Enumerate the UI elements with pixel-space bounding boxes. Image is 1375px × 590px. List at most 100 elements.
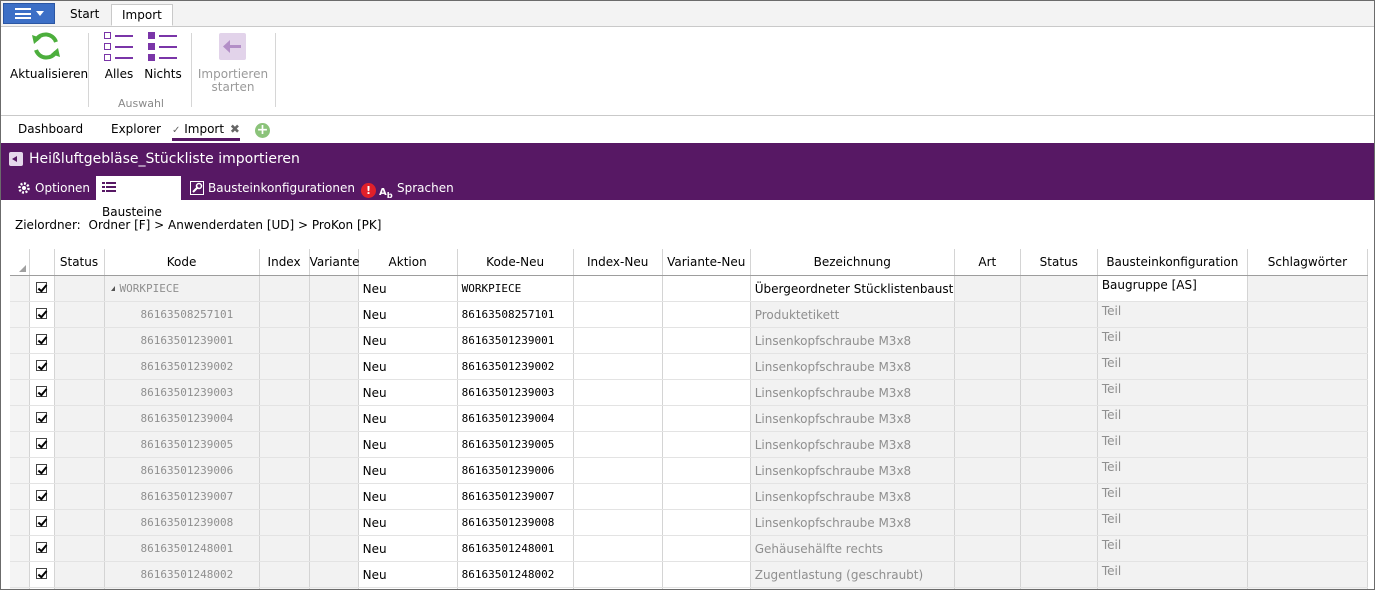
variante-neu-cell[interactable] xyxy=(662,275,751,302)
table-row[interactable]: 86163508257101 Neu 86163508257101 Produktet… xyxy=(10,301,1369,328)
row-checkbox-cell[interactable] xyxy=(29,431,55,458)
row-checkbox[interactable] xyxy=(35,463,47,475)
aktion-cell[interactable]: Neu xyxy=(358,509,458,536)
aktion-cell[interactable]: Neu xyxy=(358,483,458,510)
collapse-icon[interactable] xyxy=(110,286,115,291)
row-checkbox[interactable] xyxy=(35,515,47,527)
row-header[interactable] xyxy=(10,405,30,432)
column-header-status[interactable]: Status xyxy=(54,249,105,276)
bezeichnung-cell[interactable]: Linsenkopfschraube M3x8 xyxy=(750,509,955,536)
row-header[interactable] xyxy=(10,535,30,562)
row-checkbox-cell[interactable] xyxy=(29,379,55,406)
column-header-kode-neu[interactable]: Kode-Neu xyxy=(457,249,574,276)
bezeichnung-cell[interactable]: Linsenkopfschraube M3x8 xyxy=(750,405,955,432)
column-header-variante[interactable]: Variante xyxy=(309,249,360,276)
select-all-button[interactable]: Alles xyxy=(101,29,137,81)
ribbon-tab-import[interactable]: Import xyxy=(111,4,173,26)
index-neu-cell[interactable] xyxy=(573,561,663,588)
column-header-status-2[interactable]: Status xyxy=(1020,249,1098,276)
column-header-index-neu[interactable]: Index-Neu xyxy=(573,249,663,276)
tab-optionen[interactable]: Optionen xyxy=(11,176,96,200)
aktion-cell[interactable]: Neu xyxy=(358,405,458,432)
kode-neu-cell[interactable]: 86163501239004 xyxy=(457,405,574,432)
bausteinkonfiguration-cell[interactable]: Teil xyxy=(1097,379,1248,406)
index-neu-cell[interactable] xyxy=(573,353,663,380)
index-neu-cell[interactable] xyxy=(573,483,663,510)
doc-tab-explorer[interactable]: Explorer xyxy=(111,122,161,136)
column-header-aktion[interactable]: Aktion xyxy=(358,249,458,276)
kode-neu-cell[interactable]: 86163501248001 xyxy=(457,535,574,562)
aktion-cell[interactable]: Neu xyxy=(358,457,458,484)
table-row[interactable]: 86163501239002 Neu 86163501239002 Linsenkop… xyxy=(10,353,1369,380)
row-checkbox[interactable] xyxy=(35,333,47,345)
index-neu-cell[interactable] xyxy=(573,405,663,432)
table-row[interactable]: 86163501239006 Neu 86163501239006 Linsenkop… xyxy=(10,457,1369,484)
column-header-art[interactable]: Art xyxy=(954,249,1021,276)
table-row[interactable]: 86163501239005 Neu 86163501239005 Linsenkop… xyxy=(10,431,1369,458)
row-checkbox-cell[interactable] xyxy=(29,353,55,380)
table-row[interactable]: 86163501239004 Neu 86163501239004 Linsenkop… xyxy=(10,405,1369,432)
kode-neu-cell[interactable]: 86163508257101 xyxy=(457,301,574,328)
table-row[interactable]: 86163501248001 Neu 86163501248001 Gehäusehä… xyxy=(10,535,1369,562)
doc-tab-dashboard[interactable]: Dashboard xyxy=(18,122,83,136)
kode-neu-cell[interactable]: 86163501239002 xyxy=(457,353,574,380)
variante-neu-cell[interactable] xyxy=(662,327,751,354)
variante-neu-cell[interactable] xyxy=(662,561,751,588)
aktion-cell[interactable]: Neu xyxy=(358,561,458,588)
row-header[interactable] xyxy=(10,431,30,458)
index-neu-cell[interactable] xyxy=(573,431,663,458)
tab-sprachen[interactable]: Ab Sprachen xyxy=(373,176,460,200)
ribbon-tab-start[interactable]: Start xyxy=(60,4,109,26)
variante-neu-cell[interactable] xyxy=(662,509,751,536)
row-header[interactable] xyxy=(10,483,30,510)
back-icon[interactable] xyxy=(9,152,23,166)
add-tab-icon[interactable]: + xyxy=(255,123,270,138)
variante-neu-cell[interactable] xyxy=(662,535,751,562)
row-header[interactable] xyxy=(10,275,30,302)
aktion-cell[interactable]: Neu xyxy=(358,327,458,354)
bausteinkonfiguration-cell[interactable]: Teil xyxy=(1097,353,1248,380)
bausteinkonfiguration-cell[interactable]: Teil xyxy=(1097,431,1248,458)
app-menu-button[interactable] xyxy=(3,3,55,24)
kode-neu-cell[interactable]: 86163501239006 xyxy=(457,457,574,484)
kode-neu-cell[interactable]: 86163501248002 xyxy=(457,561,574,588)
row-header[interactable] xyxy=(10,457,30,484)
index-neu-cell[interactable] xyxy=(573,275,663,302)
index-neu-cell[interactable] xyxy=(573,301,663,328)
index-neu-cell[interactable] xyxy=(573,457,663,484)
row-header[interactable] xyxy=(10,379,30,406)
kode-neu-cell[interactable]: 86163501239003 xyxy=(457,379,574,406)
row-header[interactable] xyxy=(10,561,30,588)
aktion-cell[interactable]: Neu xyxy=(358,535,458,562)
bezeichnung-cell[interactable]: Linsenkopfschraube M3x8 xyxy=(750,327,955,354)
bezeichnung-cell[interactable]: Linsenkopfschraube M3x8 xyxy=(750,379,955,406)
start-import-button[interactable]: Importieren starten xyxy=(197,29,269,94)
bezeichnung-cell[interactable]: Linsenkopfschraube M3x8 xyxy=(750,457,955,484)
select-none-button[interactable]: Nichts xyxy=(143,29,183,81)
row-checkbox[interactable] xyxy=(35,411,47,423)
bausteinkonfiguration-cell[interactable]: Teil xyxy=(1097,535,1248,562)
aktion-cell[interactable]: Neu xyxy=(358,379,458,406)
table-row[interactable]: 86163501239008 Neu 86163501239008 Linsenkop… xyxy=(10,509,1369,536)
aktion-cell[interactable]: Neu xyxy=(358,431,458,458)
bezeichnung-cell[interactable]: Produktetikett xyxy=(750,301,955,328)
bezeichnung-cell[interactable]: Linsenkopfschraube M3x8 xyxy=(750,353,955,380)
column-header-variante-neu[interactable]: Variante-Neu xyxy=(662,249,751,276)
row-checkbox[interactable] xyxy=(35,281,47,293)
aktion-cell[interactable]: Neu xyxy=(358,301,458,328)
variante-neu-cell[interactable] xyxy=(662,353,751,380)
kode-neu-cell[interactable]: 86163501239007 xyxy=(457,483,574,510)
variante-neu-cell[interactable] xyxy=(662,301,751,328)
row-checkbox-cell[interactable] xyxy=(29,561,55,588)
bausteinkonfiguration-cell[interactable]: Teil xyxy=(1097,457,1248,484)
column-header-kode[interactable]: Kode xyxy=(104,249,260,276)
variante-neu-cell[interactable] xyxy=(662,457,751,484)
bausteinkonfiguration-cell[interactable]: Teil xyxy=(1097,509,1248,536)
bausteinkonfiguration-cell[interactable]: Teil xyxy=(1097,405,1248,432)
kode-neu-cell[interactable]: 86163501239005 xyxy=(457,431,574,458)
variante-neu-cell[interactable] xyxy=(662,405,751,432)
row-checkbox-cell[interactable] xyxy=(29,483,55,510)
tab-bausteine[interactable]: Bausteine xyxy=(96,176,181,219)
table-row[interactable]: 86163501239007 Neu 86163501239007 Linsenkop… xyxy=(10,483,1369,510)
table-row[interactable]: 86163501239003 Neu 86163501239003 Linsenkop… xyxy=(10,379,1369,406)
